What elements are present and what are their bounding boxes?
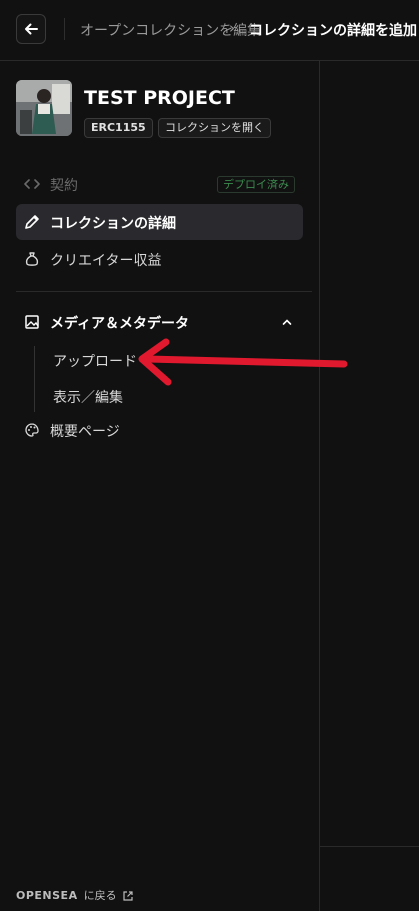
nav-item-creator-earnings[interactable]: クリエイター収益 [16,241,303,277]
external-link-icon [122,891,133,901]
money-bag-icon [25,252,39,266]
nav-separator [16,291,312,292]
project-title: TEST PROJECT [84,87,235,109]
open-collection-button[interactable]: コレクションを開く [158,118,271,138]
nav-item-label: メディア＆メタデータ [50,316,190,332]
nav-item-collection-details[interactable]: コレクションの詳細 [16,204,303,240]
pencil-icon [25,215,39,229]
chevron-up-icon[interactable] [281,316,293,328]
nav-subitem-upload[interactable]: アップロード [53,351,137,371]
footer-brand: OPENSEA [16,889,78,902]
nav-item-label: コレクションの詳細 [50,216,176,232]
token-standard-badge: ERC1155 [84,118,153,138]
code-icon [24,179,40,189]
top-bar: オープンコレクションを編集 › コレクションの詳細を追加 [0,0,419,61]
divider [64,18,65,40]
nav-item-media-metadata[interactable]: メディア＆メタデータ [16,304,303,340]
annotation-arrow-icon [138,338,348,386]
image-icon [25,315,39,329]
collection-avatar [16,80,72,136]
nav-subitem-view-edit[interactable]: 表示／編集 [53,387,123,407]
panel-divider [319,60,320,911]
palette-icon [25,423,39,437]
breadcrumb-current: コレクションの詳細を追加 [249,23,417,39]
arrow-left-icon [25,23,38,35]
nav-item-overview-page[interactable]: 概要ページ [16,412,303,448]
back-button[interactable] [16,14,46,44]
back-to-opensea-link[interactable]: OPENSEA に戻る [16,887,133,903]
panel-divider-horizontal [320,846,419,847]
footer-back-label: に戻る [83,889,117,902]
deployed-status-badge: デプロイ済み [217,176,295,193]
nav-item-label: 契約 [50,178,78,194]
nav-item-label: クリエイター収益 [50,253,162,269]
nav-item-contract[interactable]: 契約 デプロイ済み [16,166,303,202]
submenu-guide-line [34,346,35,412]
nav-item-label: 概要ページ [50,424,120,440]
breadcrumb-separator: › [229,19,235,37]
